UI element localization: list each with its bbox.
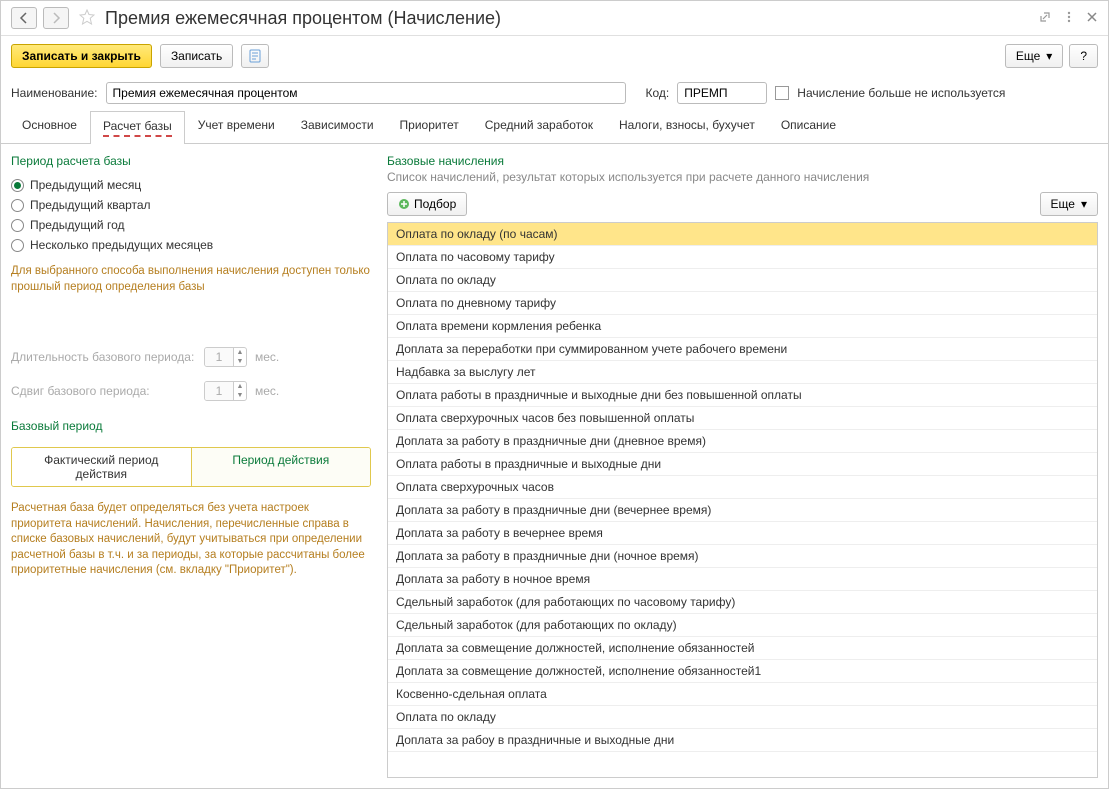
report-button[interactable] [241, 44, 269, 68]
seg-hint: Расчетная база будет определяться без уч… [11, 501, 371, 579]
tab-deps[interactable]: Зависимости [288, 110, 387, 143]
radio-prev-month[interactable]: Предыдущий месяц [11, 178, 371, 192]
list-item[interactable]: Оплата работы в праздничные и выходные д… [388, 384, 1097, 407]
seg-actual-period[interactable]: Фактический период действия [12, 448, 192, 486]
pick-button[interactable]: Подбор [387, 192, 467, 216]
seg-period[interactable]: Период действия [192, 448, 371, 486]
list-item[interactable]: Доплата за рабоу в праздничные и выходны… [388, 729, 1097, 752]
shift-input[interactable] [205, 382, 233, 400]
list-item[interactable]: Доплата за работу в вечернее время [388, 522, 1097, 545]
list-item[interactable]: Доплата за работу в праздничные дни (ноч… [388, 545, 1097, 568]
tab-desc[interactable]: Описание [768, 110, 849, 143]
spinner-down-icon[interactable]: ▼ [234, 357, 246, 366]
save-button[interactable]: Записать [160, 44, 233, 68]
close-icon[interactable] [1086, 11, 1098, 26]
list-item[interactable]: Сдельный заработок (для работающих по ча… [388, 591, 1097, 614]
shift-label: Сдвиг базового периода: [11, 384, 196, 398]
tab-taxes[interactable]: Налоги, взносы, бухучет [606, 110, 768, 143]
accruals-list[interactable]: Оплата по окладу (по часам)Оплата по час… [387, 222, 1098, 778]
list-item[interactable]: Сдельный заработок (для работающих по ок… [388, 614, 1097, 637]
duration-unit: мес. [255, 350, 279, 364]
tab-time[interactable]: Учет времени [185, 110, 288, 143]
list-item[interactable]: Доплата за работу в ночное время [388, 568, 1097, 591]
more-label: Еще [1016, 49, 1040, 63]
list-item[interactable]: Оплата времени кормления ребенка [388, 315, 1097, 338]
name-input[interactable] [106, 82, 626, 104]
spinner-up-icon[interactable]: ▲ [234, 348, 246, 357]
tab-base-calc[interactable]: Расчет базы [90, 111, 185, 144]
more-button[interactable]: Еще ▾ [1005, 44, 1063, 68]
list-item[interactable]: Оплата по дневному тарифу [388, 292, 1097, 315]
menu-icon[interactable] [1062, 10, 1076, 27]
unused-label: Начисление больше не используется [797, 86, 1005, 100]
radio-icon [11, 239, 24, 252]
list-item[interactable]: Доплата за совмещение должностей, исполн… [388, 637, 1097, 660]
page-title: Премия ежемесячная процентом (Начисление… [105, 8, 1032, 29]
list-item[interactable]: Надбавка за выслугу лет [388, 361, 1097, 384]
list-item[interactable]: Оплата по окладу [388, 269, 1097, 292]
shift-spinner[interactable]: ▲▼ [204, 381, 247, 401]
code-input[interactable] [677, 82, 767, 104]
forward-button[interactable] [43, 7, 69, 29]
tabs: Основное Расчет базы Учет времени Зависи… [1, 110, 1108, 144]
list-item[interactable]: Доплата за работу в праздничные дни (дне… [388, 430, 1097, 453]
tab-priority[interactable]: Приоритет [387, 110, 472, 143]
link-icon[interactable] [1038, 10, 1052, 27]
radio-icon [11, 219, 24, 232]
chevron-down-icon: ▾ [1081, 197, 1087, 211]
name-label: Наименование: [11, 86, 98, 100]
list-item[interactable]: Оплата по окладу (по часам) [388, 223, 1097, 246]
list-item[interactable]: Доплата за переработки при суммированном… [388, 338, 1097, 361]
radio-icon [11, 199, 24, 212]
list-item[interactable]: Оплата работы в праздничные и выходные д… [388, 453, 1097, 476]
base-accruals-title: Базовые начисления [387, 154, 1098, 168]
radio-hint: Для выбранного способа выполнения начисл… [11, 264, 371, 295]
save-close-button[interactable]: Записать и закрыть [11, 44, 152, 68]
radio-prev-quarter[interactable]: Предыдущий квартал [11, 198, 371, 212]
shift-unit: мес. [255, 384, 279, 398]
list-item[interactable]: Доплата за работу в праздничные дни (веч… [388, 499, 1097, 522]
duration-label: Длительность базового периода: [11, 350, 196, 364]
spinner-up-icon[interactable]: ▲ [234, 382, 246, 391]
list-item[interactable]: Оплата по часовому тарифу [388, 246, 1097, 269]
base-accruals-subtitle: Список начислений, результат которых исп… [387, 170, 1098, 184]
list-item[interactable]: Оплата сверхурочных часов без повышенной… [388, 407, 1097, 430]
list-item[interactable]: Оплата сверхурочных часов [388, 476, 1097, 499]
radio-prev-year[interactable]: Предыдущий год [11, 218, 371, 232]
back-button[interactable] [11, 7, 37, 29]
duration-input[interactable] [205, 348, 233, 366]
radio-several-months[interactable]: Несколько предыдущих месяцев [11, 238, 371, 252]
tab-main[interactable]: Основное [9, 110, 90, 143]
duration-spinner[interactable]: ▲▼ [204, 347, 247, 367]
code-label: Код: [646, 86, 670, 100]
radio-icon [11, 179, 24, 192]
favorite-icon[interactable] [79, 9, 95, 28]
list-item[interactable]: Доплата за совмещение должностей, исполн… [388, 660, 1097, 683]
unused-checkbox[interactable] [775, 86, 789, 100]
list-item[interactable]: Косвенно-сдельная оплата [388, 683, 1097, 706]
period-title: Период расчета базы [11, 154, 371, 168]
spinner-down-icon[interactable]: ▼ [234, 391, 246, 400]
chevron-down-icon: ▾ [1046, 49, 1052, 63]
list-more-button[interactable]: Еще ▾ [1040, 192, 1098, 216]
list-item[interactable]: Оплата по окладу [388, 706, 1097, 729]
base-period-title: Базовый период [11, 419, 371, 433]
plus-icon [398, 198, 410, 210]
help-button[interactable]: ? [1069, 44, 1098, 68]
tab-avg[interactable]: Средний заработок [472, 110, 606, 143]
